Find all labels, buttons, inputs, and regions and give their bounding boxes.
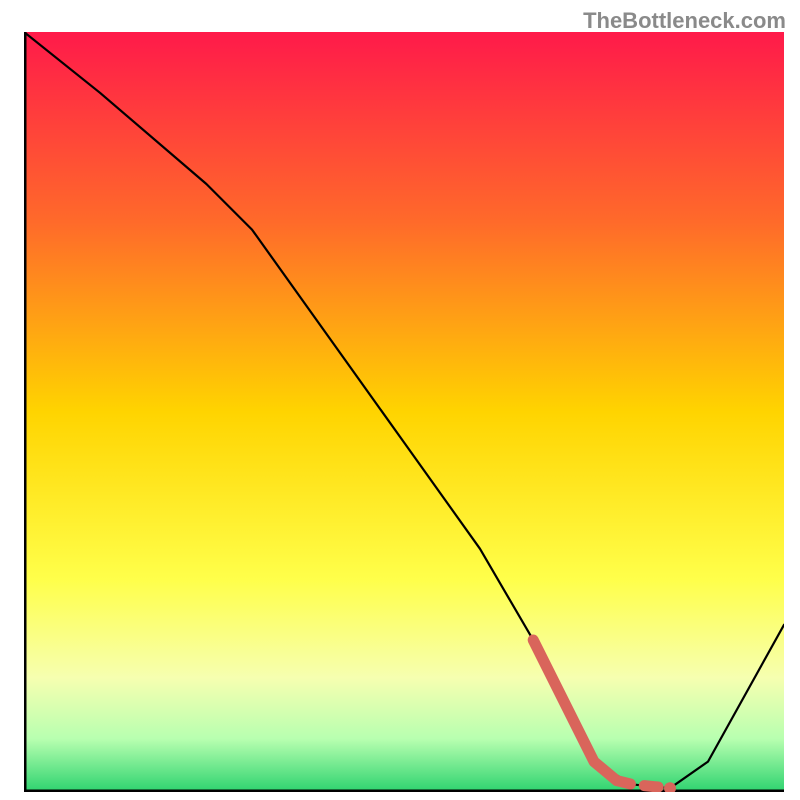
chart-svg	[24, 32, 784, 792]
chart-container: TheBottleneck.com	[0, 0, 800, 800]
watermark-text: TheBottleneck.com	[583, 8, 786, 34]
gradient-background	[24, 32, 784, 792]
plot-area	[24, 32, 784, 792]
